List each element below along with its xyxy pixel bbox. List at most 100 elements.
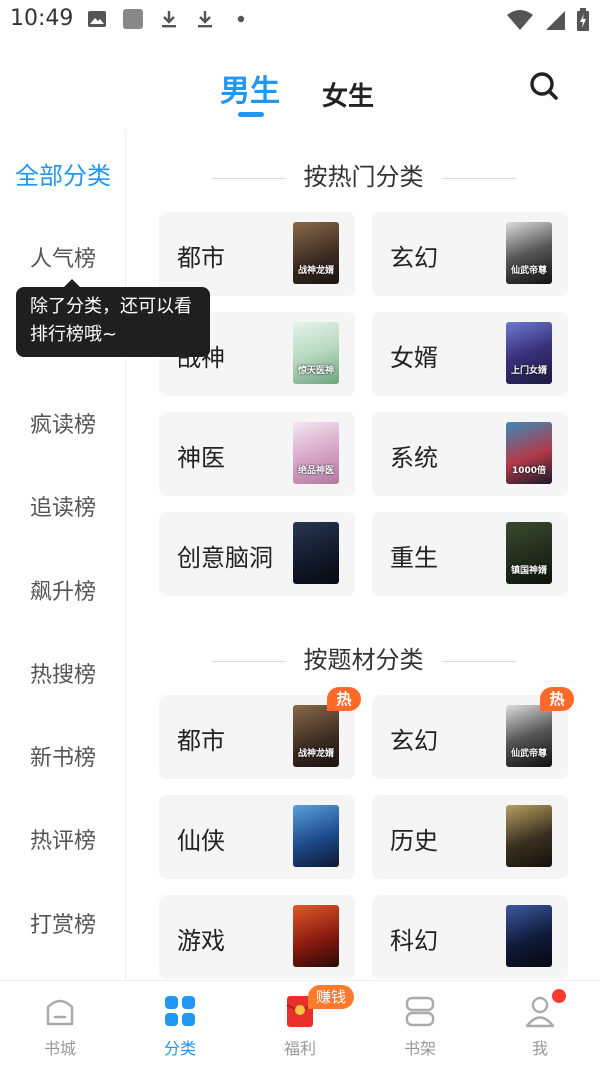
cover-title: 仙武帝尊: [510, 266, 547, 276]
section-title-theme: 按题材分类: [127, 640, 600, 675]
category-card-urban[interactable]: 都市 战神龙婿: [159, 212, 355, 296]
nav-label: 福利: [283, 1039, 316, 1058]
category-label: 仙侠: [177, 827, 225, 855]
book-cover: [506, 805, 552, 867]
app-square-icon: [122, 8, 144, 30]
hot-badge: 热: [540, 687, 574, 711]
nav-category[interactable]: 分类: [120, 981, 240, 1066]
nav-label: 我: [531, 1039, 548, 1058]
tab-female[interactable]: 女生: [322, 76, 374, 113]
nav-label: 分类: [163, 1039, 196, 1058]
category-icon: [165, 996, 195, 1026]
category-card-son-in-law[interactable]: 女婿 上门女婿: [372, 312, 568, 396]
hot-badge: 热: [327, 687, 361, 711]
ranking-tooltip: 除了分类，还可以看排行榜哦~: [16, 279, 210, 357]
category-label: 创意脑洞: [177, 544, 273, 572]
nav-bookshelf[interactable]: 书架: [360, 981, 480, 1066]
search-icon: [530, 72, 558, 100]
cover-title: 惊天医神: [297, 366, 334, 376]
category-label: 历史: [390, 827, 438, 855]
notification-dot: [552, 989, 566, 1003]
book-cover: 战神龙婿: [293, 222, 339, 284]
gender-tab-bar: 男生 女生: [0, 40, 600, 130]
book-cover: 1000倍: [506, 422, 552, 484]
search-button[interactable]: [526, 68, 562, 104]
section-title-text: 按题材分类: [303, 646, 424, 674]
cover-title: 镇国神婿: [510, 566, 547, 576]
book-cover: 绝品神医: [293, 422, 339, 484]
category-card-fantasy[interactable]: 玄幻 仙武帝尊: [372, 212, 568, 296]
book-cover: [293, 905, 339, 967]
sidebar-item-all-categories[interactable]: 全部分类: [0, 156, 126, 191]
book-cover: 仙武帝尊: [506, 222, 552, 284]
sidebar-item-tips[interactable]: 打赏榜: [0, 907, 126, 939]
category-card-fantasy-theme[interactable]: 玄幻 仙武帝尊 热: [372, 687, 574, 779]
earn-badge: 赚钱: [308, 985, 355, 1009]
divider: [441, 660, 516, 662]
category-label: 女婿: [390, 344, 438, 372]
category-card-games[interactable]: 游戏: [159, 895, 355, 979]
bookstore-icon: [46, 999, 74, 1026]
book-cover: 镇国神婿: [506, 522, 552, 584]
divider: [441, 177, 516, 179]
category-label: 玄幻: [390, 727, 438, 755]
category-label: 重生: [390, 544, 438, 572]
sidebar-item-new-books[interactable]: 新书榜: [0, 740, 126, 772]
category-card-system[interactable]: 系统 1000倍: [372, 412, 568, 496]
book-cover: 战神龙婿: [293, 705, 339, 767]
category-label: 玄幻: [390, 244, 438, 272]
nav-label: 书城: [43, 1039, 76, 1058]
category-label: 都市: [177, 727, 225, 755]
bookshelf-icon: [405, 996, 435, 1027]
notification-icons: [86, 8, 252, 30]
status-bar: 10:49: [0, 0, 600, 40]
category-content: 按热门分类 都市 战神龙婿 玄幻 仙武帝尊 战神 惊天医神 女婿 上门女婿 神医…: [127, 130, 600, 980]
sidebar-item-hot-search[interactable]: 热搜榜: [0, 657, 126, 689]
category-card-divine-doctor[interactable]: 神医 绝品神医: [159, 412, 355, 496]
cover-title: 战神龙婿: [297, 749, 334, 759]
book-cover: 上门女婿: [506, 322, 552, 384]
sidebar-item-popular[interactable]: 人气榜: [0, 241, 126, 273]
category-label: 都市: [177, 244, 225, 272]
sidebar-item-follow-read[interactable]: 追读榜: [0, 490, 126, 522]
book-cover: 仙武帝尊: [506, 705, 552, 767]
category-card-urban-theme[interactable]: 都市 战神龙婿 热: [159, 687, 361, 779]
status-time: 10:49: [10, 6, 74, 31]
divider: [211, 660, 286, 662]
bottom-navigation: 书城 分类 福利 赚钱 书架 我: [0, 980, 600, 1066]
download-icon: [158, 8, 180, 30]
cover-title: 1000倍: [511, 466, 547, 476]
wifi-icon: [506, 9, 534, 35]
category-card-history[interactable]: 历史: [372, 795, 568, 879]
divider: [211, 177, 286, 179]
category-label: 游戏: [177, 927, 225, 955]
book-cover: 惊天医神: [293, 322, 339, 384]
signal-icon: [544, 9, 566, 35]
category-card-xianxia[interactable]: 仙侠: [159, 795, 355, 879]
more-dot-icon: [230, 8, 252, 30]
category-card-creative[interactable]: 创意脑洞: [159, 512, 355, 596]
tab-male[interactable]: 男生: [220, 66, 280, 110]
nav-label: 书架: [403, 1039, 436, 1058]
category-card-scifi[interactable]: 科幻: [372, 895, 568, 979]
section-title-text: 按热门分类: [303, 163, 424, 191]
cover-title: 战神龙婿: [297, 266, 334, 276]
battery-charging-icon: [576, 8, 590, 36]
nav-profile[interactable]: 我: [480, 981, 600, 1066]
cover-title: 上门女婿: [510, 366, 547, 376]
category-card-rebirth[interactable]: 重生 镇国神婿: [372, 512, 568, 596]
sidebar-item-crazy-read[interactable]: 疯读榜: [0, 407, 126, 439]
book-cover: [293, 805, 339, 867]
category-label: 系统: [390, 444, 438, 472]
book-cover: [293, 522, 339, 584]
sidebar-item-hot-reviews[interactable]: 热评榜: [0, 823, 126, 855]
nav-bookstore[interactable]: 书城: [0, 981, 120, 1066]
category-label: 神医: [177, 444, 225, 472]
download-icon: [194, 8, 216, 30]
active-tab-indicator: [238, 112, 264, 117]
ranking-sidebar: 全部分类 人气榜 疯读榜 追读榜 飙升榜 热搜榜 新书榜 热评榜 打赏榜 除了分…: [0, 130, 210, 980]
book-cover: [506, 905, 552, 967]
category-label: 科幻: [390, 927, 438, 955]
cover-title: 仙武帝尊: [510, 749, 547, 759]
sidebar-item-rising[interactable]: 飙升榜: [0, 574, 126, 606]
